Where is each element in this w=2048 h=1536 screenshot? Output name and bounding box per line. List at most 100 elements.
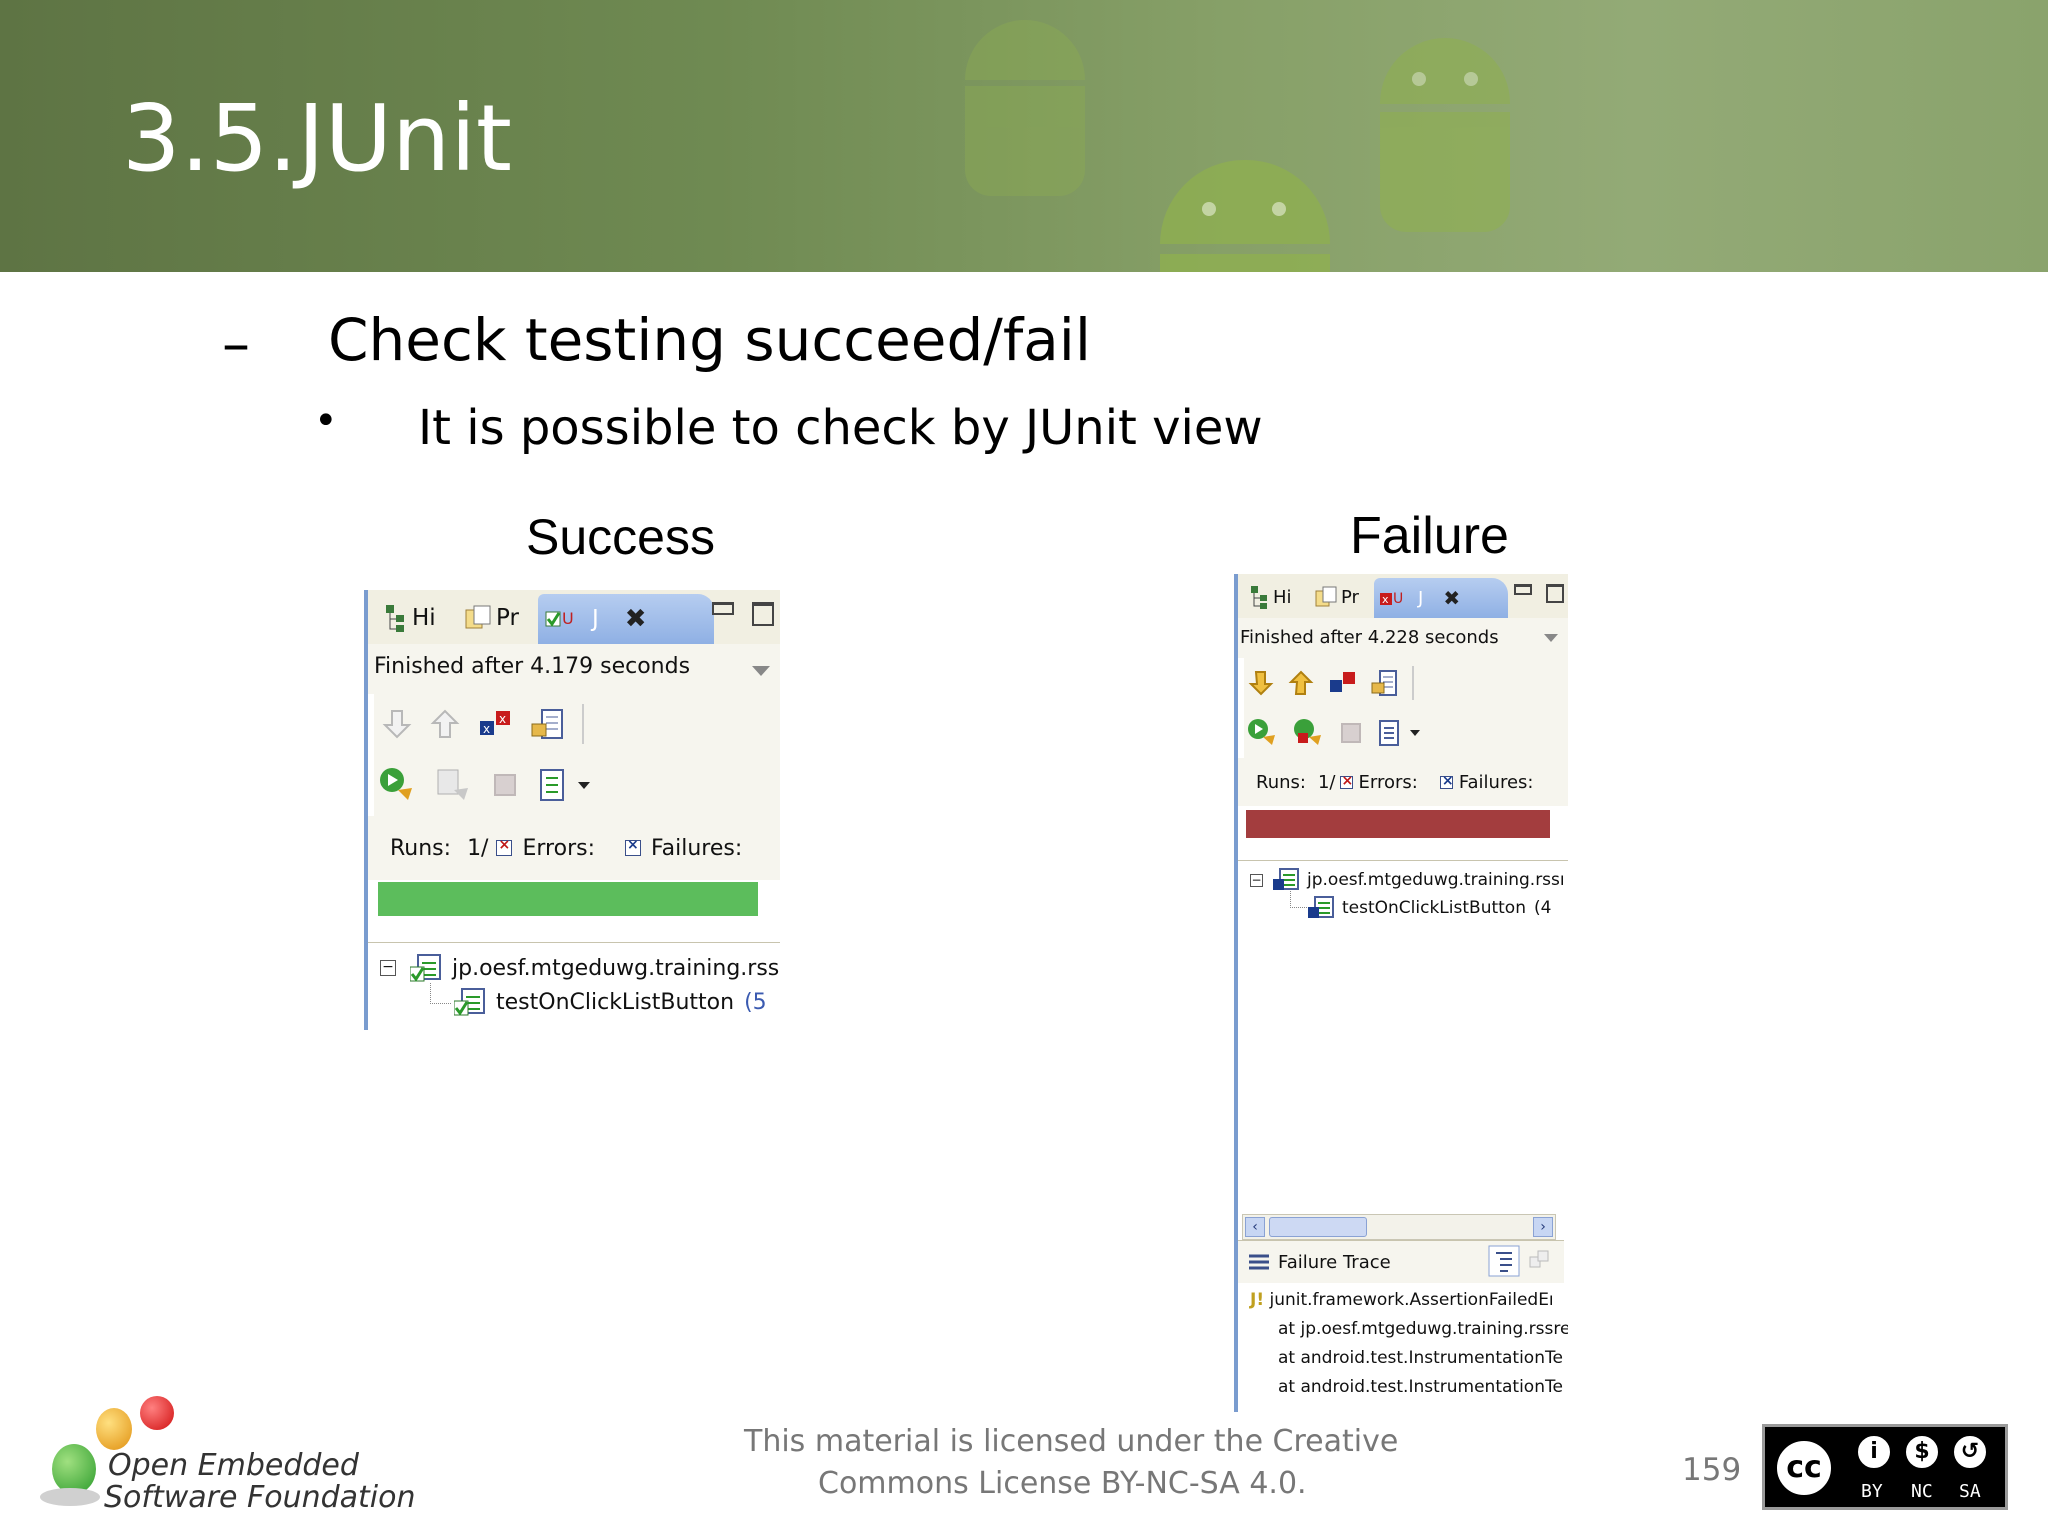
show-failures-only-icon[interactable]: [1328, 670, 1356, 696]
failure-icon: [624, 837, 641, 856]
suite-label: jp.oesf.mtgeduwg.training.rssı: [1307, 870, 1565, 890]
license-text-line2: Commons License BY-NC-SA 4.0.: [818, 1466, 1307, 1501]
tab-label: Pr: [496, 605, 519, 631]
trace-line[interactable]: at jp.oesf.mtgeduwg.training.rssre: [1278, 1319, 1568, 1339]
scroll-lock-icon[interactable]: [1370, 669, 1398, 697]
tree-row-test[interactable]: testOnClickListButton (5: [454, 987, 767, 1017]
trace-line[interactable]: at android.test.InstrumentationTe: [1278, 1348, 1563, 1368]
status-text: Finished after 4.179 seconds: [374, 654, 691, 679]
scroll-lock-icon[interactable]: [530, 708, 564, 740]
failures-label: Failures:: [650, 835, 743, 861]
tab-hierarchy[interactable]: Hi: [1244, 578, 1298, 616]
svg-text:U: U: [562, 609, 574, 628]
hierarchy-icon: [386, 605, 404, 632]
tab-hierarchy[interactable]: Hi: [376, 594, 444, 642]
close-icon[interactable]: ✖: [625, 604, 647, 634]
stop-test-icon[interactable]: [1338, 720, 1364, 746]
rerun-test-icon[interactable]: [378, 766, 416, 804]
next-failure-icon[interactable]: [1248, 670, 1274, 696]
view-menu-icon[interactable]: [752, 666, 770, 676]
level2-bullet-text: It is possible to check by JUnit view: [418, 400, 1263, 456]
view-tab-bar: Hi Pr U J ✖: [368, 590, 780, 645]
scroll-right-icon[interactable]: ›: [1533, 1217, 1553, 1237]
maximize-icon[interactable]: [1546, 584, 1564, 603]
previous-failure-icon[interactable]: [430, 709, 460, 739]
collapse-icon[interactable]: −: [1250, 873, 1263, 887]
junit-failure-icon: xU: [1380, 591, 1403, 607]
errors-label: Errors:: [1358, 771, 1418, 793]
test-tree: − jp.oesf.mtgeduwg.training.rssı testOnC…: [368, 942, 780, 1030]
junit-view-failure: Hi Pr xU J ✖ Finished after 4.228 second…: [1234, 574, 1568, 1412]
tree-row-test[interactable]: testOnClickListButton (4: [1308, 895, 1551, 921]
junit-view-success: Hi Pr U J ✖ Finished after 4.179 seconds…: [364, 590, 780, 1030]
compare-result-icon[interactable]: [1528, 1249, 1552, 1273]
suite-label: jp.oesf.mtgeduwg.training.rssı: [452, 955, 780, 981]
navigation-toolbar: [1244, 658, 1568, 709]
stack-trace-icon: [1249, 1254, 1269, 1270]
level2-marker: •: [314, 398, 338, 444]
view-menu-icon[interactable]: [1544, 634, 1558, 642]
tab-junit[interactable]: U J ✖: [538, 594, 714, 644]
failure-trace-header: Failure Trace: [1238, 1240, 1564, 1283]
tree-row-suite[interactable]: − jp.oesf.mtgeduwg.training.rssı: [1250, 867, 1565, 893]
logo-orange-ball-icon: [96, 1408, 132, 1450]
rerun-failures-first-icon[interactable]: [1292, 717, 1324, 749]
attribution-icon: i: [1855, 1433, 1893, 1471]
header-banner: 3.5.JUnit: [0, 0, 2048, 272]
stop-test-icon[interactable]: [490, 770, 520, 800]
minimize-icon[interactable]: [1514, 584, 1532, 595]
minimize-icon[interactable]: [712, 602, 734, 615]
toolbar-separator: [582, 704, 584, 744]
sharealike-icon: ↺: [1951, 1433, 1989, 1471]
error-icon: [496, 837, 513, 856]
test-success-icon: [454, 988, 485, 1016]
logo-green-ball-icon: [52, 1444, 96, 1494]
next-failure-icon[interactable]: [382, 709, 412, 739]
errors-label: Errors:: [522, 835, 595, 861]
tab-label: J: [1418, 587, 1424, 609]
project-icon: [1315, 586, 1337, 607]
license-text-line1: This material is licensed under the Crea…: [744, 1424, 1399, 1459]
scroll-thumb[interactable]: [1269, 1217, 1367, 1237]
rerun-failures-first-icon[interactable]: [434, 766, 472, 804]
previous-failure-icon[interactable]: [1288, 670, 1314, 696]
toolbar-separator: [1412, 666, 1414, 700]
status-bar: Finished after 4.228 seconds: [1238, 618, 1568, 658]
maximize-icon[interactable]: [752, 602, 774, 626]
cc-label-sa: SA: [1959, 1481, 1981, 1502]
hierarchy-icon: [1251, 586, 1267, 609]
filter-stack-trace-icon[interactable]: [1488, 1245, 1520, 1277]
runs-label: Runs:: [390, 835, 452, 861]
tab-project[interactable]: Pr: [1310, 578, 1363, 616]
test-run-history-icon[interactable]: [1378, 719, 1402, 747]
logo-red-ball-icon: [140, 1396, 174, 1430]
run-counters: Runs: 1/ Errors: Failures:: [368, 816, 780, 880]
show-failures-only-icon[interactable]: xx: [478, 709, 512, 739]
runs-value: 1/: [1317, 771, 1336, 793]
close-icon[interactable]: ✖: [1443, 586, 1460, 610]
trace-line[interactable]: J! junit.framework.AssertionFailedEı: [1250, 1290, 1554, 1310]
runs-label: Runs:: [1256, 771, 1306, 793]
svg-text:U: U: [1393, 591, 1403, 607]
logo-text-line2: Software Foundation: [104, 1480, 416, 1515]
scroll-left-icon[interactable]: ‹: [1245, 1217, 1265, 1237]
test-run-history-icon[interactable]: [538, 768, 568, 802]
test-suite-failure-icon: [1273, 868, 1299, 890]
horizontal-scrollbar[interactable]: ‹ ›: [1242, 1214, 1556, 1240]
tab-junit[interactable]: xU J ✖: [1374, 578, 1508, 618]
tab-label: J: [592, 606, 599, 632]
slide-title: 3.5.JUnit: [122, 85, 512, 192]
tab-label: Hi: [412, 605, 436, 631]
run-counters: Runs: 1/ Errors: Failures:: [1238, 758, 1568, 806]
failure-icon: [1439, 773, 1454, 789]
trace-line[interactable]: at android.test.InstrumentationTe: [1278, 1377, 1563, 1397]
rerun-test-icon[interactable]: [1246, 717, 1278, 749]
collapse-icon[interactable]: −: [380, 960, 396, 976]
history-dropdown-icon[interactable]: [1410, 730, 1420, 736]
navigation-toolbar: xx: [374, 694, 780, 755]
tab-project[interactable]: Pr: [458, 594, 525, 642]
history-dropdown-icon[interactable]: [578, 781, 590, 789]
logo-shadow-icon: [40, 1488, 100, 1506]
tree-row-suite[interactable]: − jp.oesf.mtgeduwg.training.rssı: [380, 953, 780, 983]
cc-license-badge: cc i $ ↺ BY NC SA: [1762, 1424, 2008, 1510]
